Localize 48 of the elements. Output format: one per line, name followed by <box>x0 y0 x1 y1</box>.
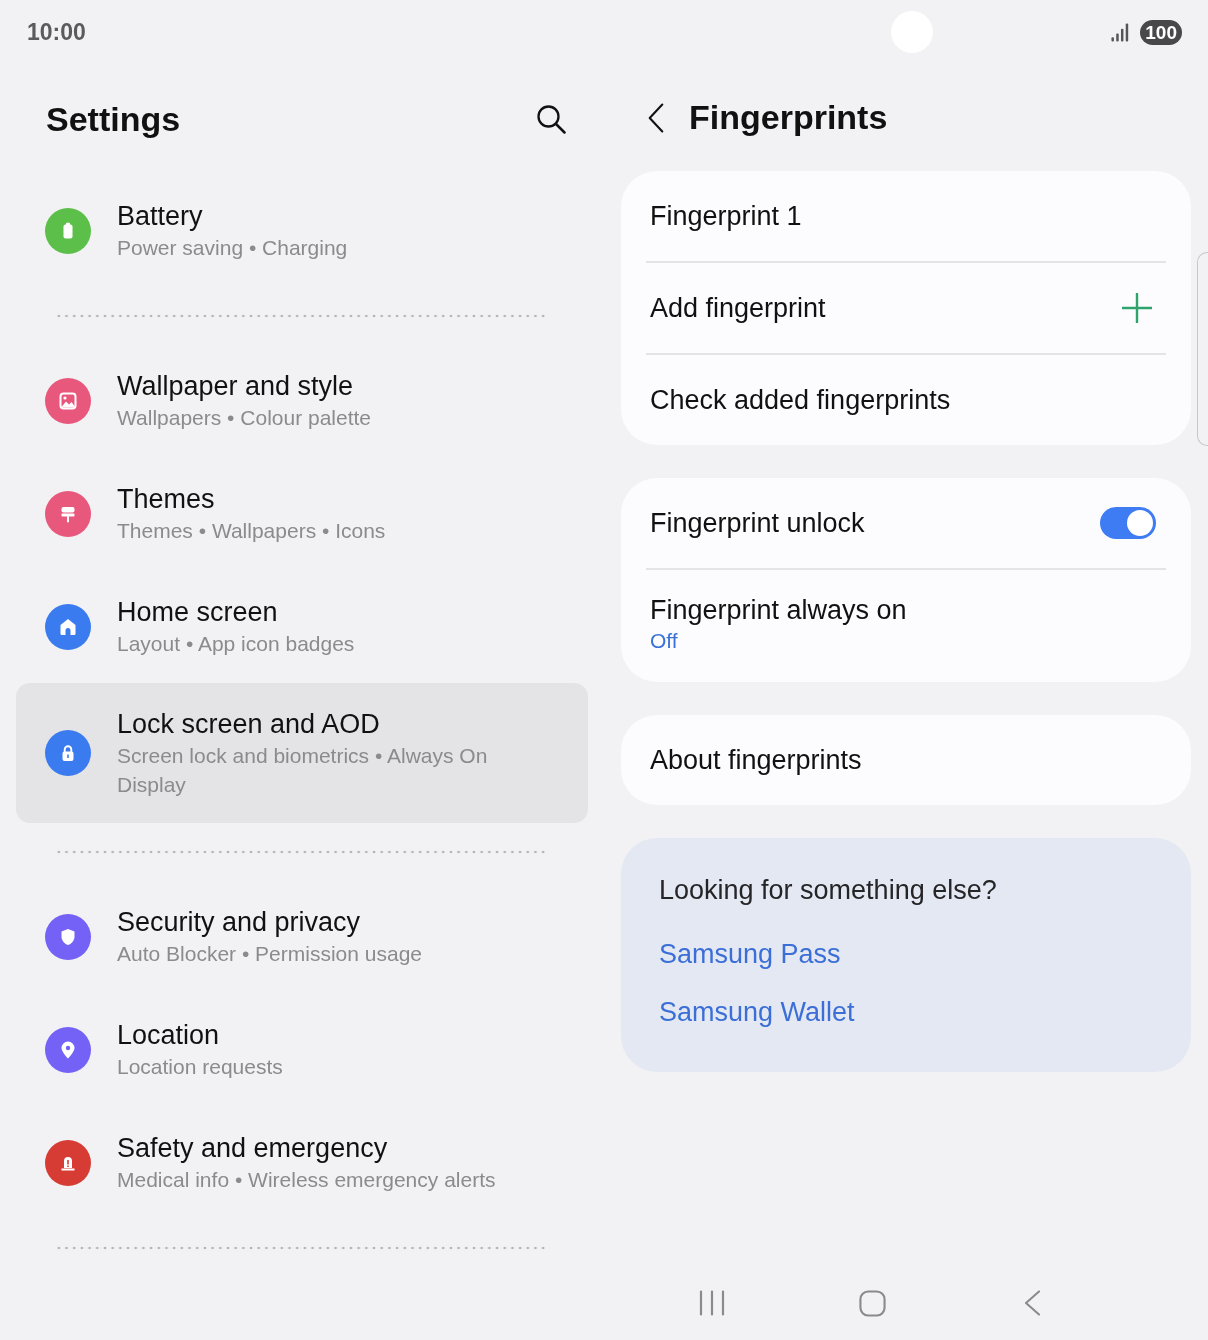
list-item[interactable]: Fingerprint always on Off <box>621 570 1191 682</box>
suggestion-link[interactable]: Samsung Wallet <box>659 994 855 1030</box>
page-title: Fingerprints <box>689 97 888 138</box>
item-title: Security and privacy <box>117 906 362 939</box>
item-title: Location <box>117 1019 221 1052</box>
recent-apps-icon <box>699 1290 725 1316</box>
home-outline-icon <box>858 1289 886 1317</box>
settings-item[interactable]: Wallpaper and style Wallpapers • Colour palette <box>16 344 588 457</box>
item-title: Home screen <box>117 596 279 629</box>
page-title: Settings <box>46 98 181 140</box>
battery-badge: 100 <box>1140 19 1182 45</box>
list-item[interactable]: Fingerprint 1 <box>621 171 1191 261</box>
settings-item[interactable]: Security and privacy Auto Blocker • Permission usage <box>16 880 588 993</box>
setting-value: Off <box>650 628 679 654</box>
back-icon <box>1023 1290 1041 1316</box>
settings-item[interactable]: Location Location requests <box>16 993 588 1106</box>
setting-label: Fingerprint always on <box>650 594 908 627</box>
search-icon <box>536 104 566 134</box>
settings-item[interactable]: Battery Power saving • Charging <box>16 174 588 287</box>
status-time: 10:00 <box>27 17 86 47</box>
item-subtitle: Auto Blocker • Permission usage <box>117 941 422 967</box>
toggle-switch[interactable] <box>1100 507 1156 539</box>
item-subtitle: Wallpapers • Colour palette <box>117 405 372 431</box>
settings-item[interactable]: Home screen Layout • App icon badges <box>16 570 588 683</box>
item-subtitle: Screen lock and biometrics • Always On Display <box>117 743 489 798</box>
settings-item[interactable]: Themes Themes • Wallpapers • Icons <box>16 457 588 570</box>
item-title: Safety and emergency <box>117 1132 389 1165</box>
item-subtitle: Location requests <box>117 1054 283 1080</box>
setting-label: Fingerprint unlock <box>650 506 865 540</box>
edge-panel-handle[interactable] <box>1197 252 1208 446</box>
item-title: Lock screen and AOD <box>117 708 381 741</box>
suggestions-heading: Looking for something else? <box>659 874 998 907</box>
item-title: Themes <box>117 483 216 516</box>
signal-icon <box>1111 22 1131 42</box>
back-icon <box>647 101 665 134</box>
item-title: Battery <box>117 200 204 233</box>
suggestion-link[interactable]: Samsung Pass <box>659 936 841 972</box>
item-subtitle: Layout • App icon badges <box>117 631 355 657</box>
item-subtitle: Power saving • Charging <box>117 235 348 261</box>
item-subtitle: Themes • Wallpapers • Icons <box>117 518 386 544</box>
settings-item[interactable]: Safety and emergency Medical info • Wireless emergency alerts <box>16 1106 588 1219</box>
list-item[interactable]: Add fingerprint <box>621 263 1191 353</box>
settings-item[interactable]: Lock screen and AOD Screen lock and biometrics • Always On Display <box>16 683 588 823</box>
list-item[interactable]: Check added fingerprints <box>621 355 1191 445</box>
plus-icon <box>1122 293 1152 323</box>
list-item[interactable]: About fingerprints <box>621 715 1191 805</box>
item-subtitle: Medical info • Wireless emergency alerts <box>117 1167 496 1193</box>
item-title: Wallpaper and style <box>117 370 355 403</box>
